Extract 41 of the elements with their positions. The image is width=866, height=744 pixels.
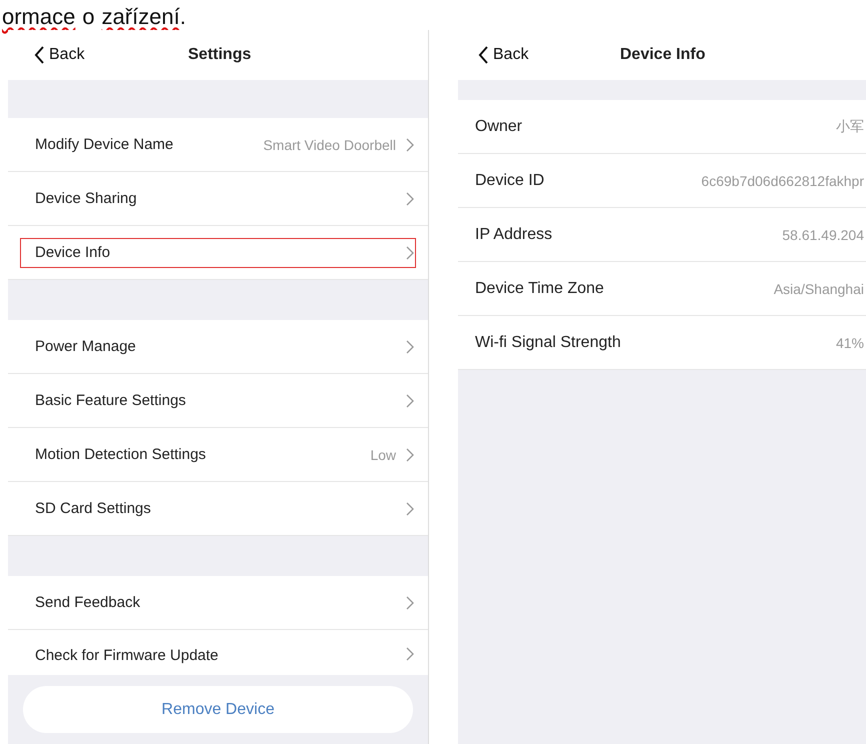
row-label: Power Manage	[35, 338, 137, 355]
chevron-right-icon	[406, 596, 414, 610]
screen-title: Settings	[188, 46, 252, 64]
info-value: 58.61.49.204	[782, 226, 864, 242]
chevron-right-icon	[406, 340, 414, 354]
chevron-right-icon	[406, 246, 414, 260]
info-label: Device Time Zone	[475, 280, 605, 298]
info-value: 6c69b7d06d662812fakhpr	[701, 172, 864, 188]
row-label: Send Feedback	[35, 594, 142, 611]
chevron-right-icon	[406, 647, 414, 661]
info-value: Asia/Shanghai	[774, 280, 864, 296]
info-label: Owner	[475, 118, 524, 136]
info-label: IP Address	[475, 226, 554, 244]
document-text: ormace	[2, 4, 76, 30]
info-value: 41%	[836, 334, 864, 350]
chevron-right-icon	[406, 448, 414, 462]
row-value: Smart Video Doorbell	[263, 136, 396, 152]
row-value: Low	[370, 446, 396, 462]
info-label: Device ID	[475, 172, 546, 190]
chevron-right-icon	[406, 502, 414, 516]
document-text: .	[180, 4, 186, 30]
back-button[interactable]: Back	[458, 46, 529, 64]
back-button[interactable]: Back	[8, 46, 85, 64]
row-label: Check for Firmware Update	[35, 647, 220, 664]
remove-device-button[interactable]: Remove Device	[23, 686, 413, 733]
info-label: Wi-fi Signal Strength	[475, 334, 622, 352]
row-label: Device Sharing	[35, 190, 138, 207]
document-text: o	[82, 4, 95, 30]
document-text: zařízení	[102, 4, 180, 30]
chevron-left-icon	[34, 46, 45, 64]
row-label: Modify Device Name	[35, 136, 174, 153]
row-label: Motion Detection Settings	[35, 446, 207, 463]
row-label: Device Info	[35, 244, 112, 261]
chevron-right-icon	[406, 192, 414, 206]
screen-title: Device Info	[620, 46, 706, 64]
row-label: SD Card Settings	[35, 500, 152, 517]
row-label: Basic Feature Settings	[35, 392, 187, 409]
chevron-right-icon	[406, 138, 414, 152]
info-value: 小军	[836, 118, 864, 136]
chevron-right-icon	[406, 394, 414, 408]
chevron-left-icon	[478, 46, 489, 64]
